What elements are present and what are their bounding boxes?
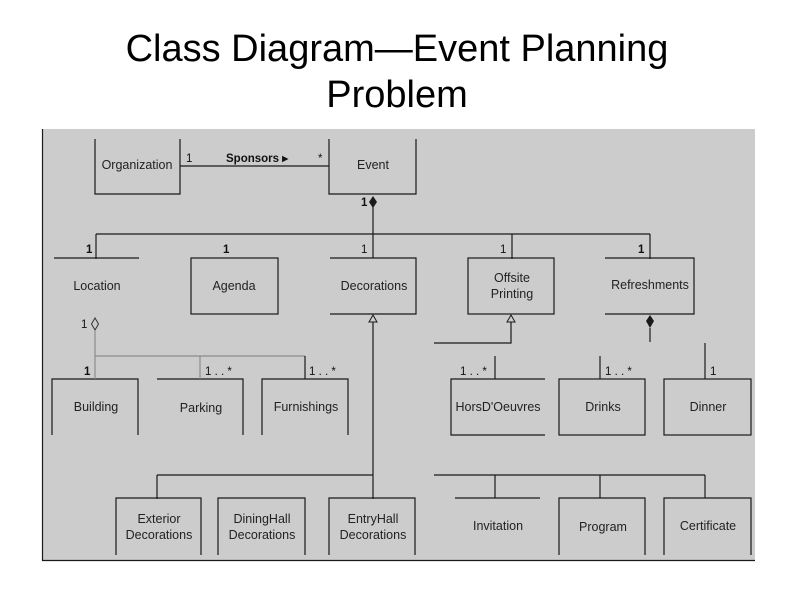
class-entryhall-decorations-label-2: Decorations bbox=[340, 528, 407, 542]
class-certificate-label: Certificate bbox=[680, 519, 736, 533]
multiplicity-dinner: 1 bbox=[710, 366, 716, 378]
class-program-label: Program bbox=[579, 520, 627, 534]
multiplicity-offsite-printing: 1 bbox=[500, 244, 506, 256]
class-offsite-printing-label-2: Printing bbox=[491, 287, 533, 301]
class-event-label: Event bbox=[357, 158, 389, 172]
class-exterior-decorations-label-2: Decorations bbox=[126, 528, 193, 542]
class-decorations-label: Decorations bbox=[341, 279, 408, 293]
multiplicity-building: 1 bbox=[84, 366, 91, 378]
multiplicity-horsdoeuvres: 1 . . * bbox=[460, 366, 487, 378]
class-dininghall-decorations-label-2: Decorations bbox=[229, 528, 296, 542]
multiplicity-furnishings: 1 . . * bbox=[309, 366, 336, 378]
class-dininghall-decorations-label-1: DiningHall bbox=[234, 512, 291, 526]
sponsors-label: Sponsors ▸ bbox=[226, 153, 289, 165]
class-location-label: Location bbox=[73, 279, 120, 293]
multiplicity-event-composition: 1 bbox=[361, 197, 368, 209]
multiplicity-parking: 1 . . * bbox=[205, 366, 232, 378]
multiplicity-location-aggregation: 1 bbox=[81, 319, 87, 331]
class-dinner-label: Dinner bbox=[690, 400, 727, 414]
multiplicity-decorations: 1 bbox=[361, 244, 367, 256]
class-parking-label: Parking bbox=[180, 401, 222, 415]
class-horsdoeuvres-label: HorsD'Oeuvres bbox=[455, 400, 540, 414]
multiplicity-location: 1 bbox=[86, 244, 93, 256]
class-refreshments-label: Refreshments bbox=[611, 278, 689, 292]
class-furnishings-label: Furnishings bbox=[274, 400, 339, 414]
class-exterior-decorations-label-1: Exterior bbox=[137, 512, 180, 526]
sponsors-org-multiplicity: 1 bbox=[186, 153, 192, 165]
class-offsite-printing-label-1: Offsite bbox=[494, 271, 530, 285]
class-entryhall-decorations-label-1: EntryHall bbox=[348, 512, 399, 526]
multiplicity-refreshments: 1 bbox=[638, 244, 645, 256]
class-drinks-label: Drinks bbox=[585, 400, 620, 414]
class-agenda-label: Agenda bbox=[212, 279, 255, 293]
class-diagram: Sponsors ▸ 1 * 1 1 1 1 1 1 1 1 1 . . * 1… bbox=[41, 129, 755, 562]
multiplicity-agenda: 1 bbox=[223, 244, 230, 256]
class-organization-label: Organization bbox=[102, 158, 173, 172]
class-building-label: Building bbox=[74, 400, 119, 414]
multiplicity-drinks: 1 . . * bbox=[605, 366, 632, 378]
class-invitation-label: Invitation bbox=[473, 519, 523, 533]
sponsors-event-multiplicity: * bbox=[318, 153, 323, 165]
